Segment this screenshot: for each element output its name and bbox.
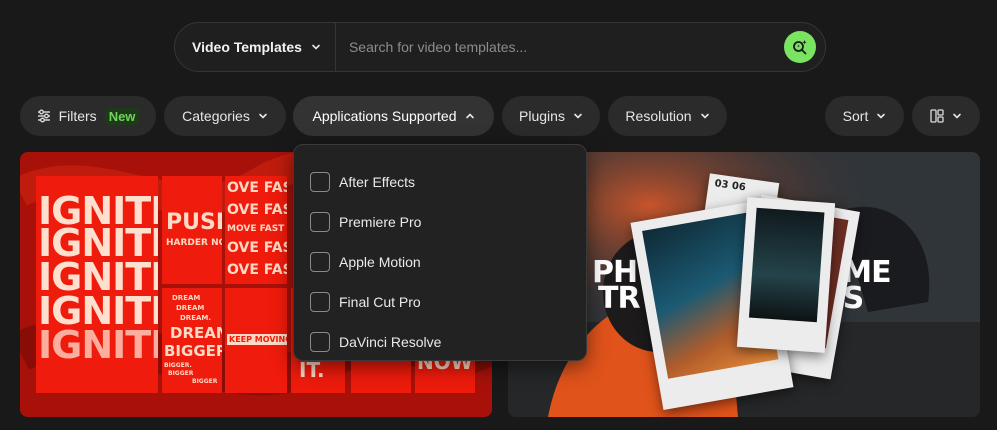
checkbox[interactable] <box>310 172 330 192</box>
chevron-up-icon <box>465 113 474 119</box>
ignite-text: IGNITE. <box>38 289 158 333</box>
search-input[interactable] <box>335 39 784 55</box>
search-bar: Video Templates <box>174 22 826 72</box>
option-label: Premiere Pro <box>339 214 422 230</box>
grid-layout-icon <box>930 109 944 123</box>
applications-supported-dropdown[interactable]: Applications Supported <box>293 96 494 136</box>
sparkle-search-icon <box>793 40 807 55</box>
checkbox[interactable] <box>310 212 330 232</box>
chevron-down-icon <box>953 113 961 119</box>
plugins-label: Plugins <box>519 108 565 124</box>
plugins-dropdown[interactable]: Plugins <box>502 96 600 136</box>
bigger-text: BIGGER. <box>164 342 222 360</box>
option-apple-motion[interactable]: Apple Motion <box>294 242 586 282</box>
option-premiere-pro[interactable]: Premiere Pro <box>294 202 586 242</box>
move-fast-text: OVE FAS <box>227 180 287 196</box>
new-badge: New <box>104 107 140 125</box>
dream-big-text: DREAM <box>170 324 222 342</box>
categories-label: Categories <box>182 108 250 124</box>
resolution-dropdown[interactable]: Resolution <box>608 96 727 136</box>
keep-moving-text: KEEP MOVING <box>227 334 287 345</box>
chevron-down-icon <box>700 113 709 119</box>
ignite-text: IGNITE. <box>38 255 158 299</box>
option-label: After Effects <box>339 174 415 190</box>
categories-dropdown[interactable]: Categories <box>164 96 286 136</box>
search-type-label: Video Templates <box>192 39 302 55</box>
polaroid-tag-text: 03 06 <box>713 178 747 194</box>
push-tile: PUSH HARDER NOW <box>162 176 222 284</box>
dream-small-text: DREAM <box>172 294 201 302</box>
dream-small-text: DREAM <box>176 304 205 312</box>
applications-supported-label: Applications Supported <box>312 108 457 124</box>
move-fast-text: OVE FAS <box>227 262 287 278</box>
option-label: Final Cut Pro <box>339 294 421 310</box>
ignite-tile: IGNITE. IGNITE. IGNITE. IGNITE. IGNITE. <box>36 176 158 393</box>
filters-button[interactable]: Filters New <box>20 96 156 136</box>
bigger-small-text: BIGGER <box>192 378 218 385</box>
option-after-effects[interactable]: After Effects <box>294 162 586 202</box>
option-label: DaVinci Resolve <box>339 334 442 350</box>
ignite-text: IGNITE. <box>38 323 158 367</box>
bigger-small-text: BIGGER <box>168 370 194 377</box>
keep-moving-tile: KEEP MOVING <box>225 288 287 393</box>
resolution-label: Resolution <box>625 108 692 124</box>
harder-now-text: HARDER NOW <box>166 238 222 248</box>
applications-supported-menu: After Effects Premiere Pro Apple Motion … <box>293 144 587 361</box>
sliders-icon <box>37 109 50 123</box>
dream-small-text: DREAM. <box>180 314 212 322</box>
move-fast-tile: OVE FAS OVE FAS MOVE FAST S OVE FAS OVE … <box>225 176 287 284</box>
checkbox[interactable] <box>310 292 330 312</box>
layout-view-dropdown[interactable] <box>912 96 980 136</box>
dream-tile: DREAM DREAM DREAM. DREAM BIGGER. BIGGER.… <box>162 288 222 393</box>
chevron-down-icon <box>259 113 267 119</box>
push-text: PUSH <box>166 210 222 235</box>
chevron-down-icon <box>877 113 886 119</box>
filters-label: Filters <box>58 108 97 124</box>
chevron-down-icon <box>312 44 320 50</box>
move-fast-text: OVE FAS <box>227 202 287 218</box>
ai-search-button[interactable] <box>784 31 816 63</box>
headline-left-bottom: TR <box>598 281 641 316</box>
option-davinci-resolve[interactable]: DaVinci Resolve <box>294 322 586 362</box>
ignite-text: IGNITE. <box>38 221 158 265</box>
search-type-dropdown[interactable]: Video Templates <box>175 23 336 71</box>
move-fast-text: OVE FAS <box>227 240 287 256</box>
bigger-small-text: BIGGER. <box>164 362 192 369</box>
option-final-cut-pro[interactable]: Final Cut Pro <box>294 282 586 322</box>
polaroid-middle <box>736 197 836 353</box>
sort-dropdown[interactable]: Sort <box>825 96 904 136</box>
chevron-down-icon <box>574 113 582 119</box>
checkbox[interactable] <box>310 252 330 272</box>
option-label: Apple Motion <box>339 254 421 270</box>
sort-label: Sort <box>842 108 869 124</box>
checkbox[interactable] <box>310 332 330 352</box>
move-fast-text: MOVE FAST S <box>227 224 287 234</box>
